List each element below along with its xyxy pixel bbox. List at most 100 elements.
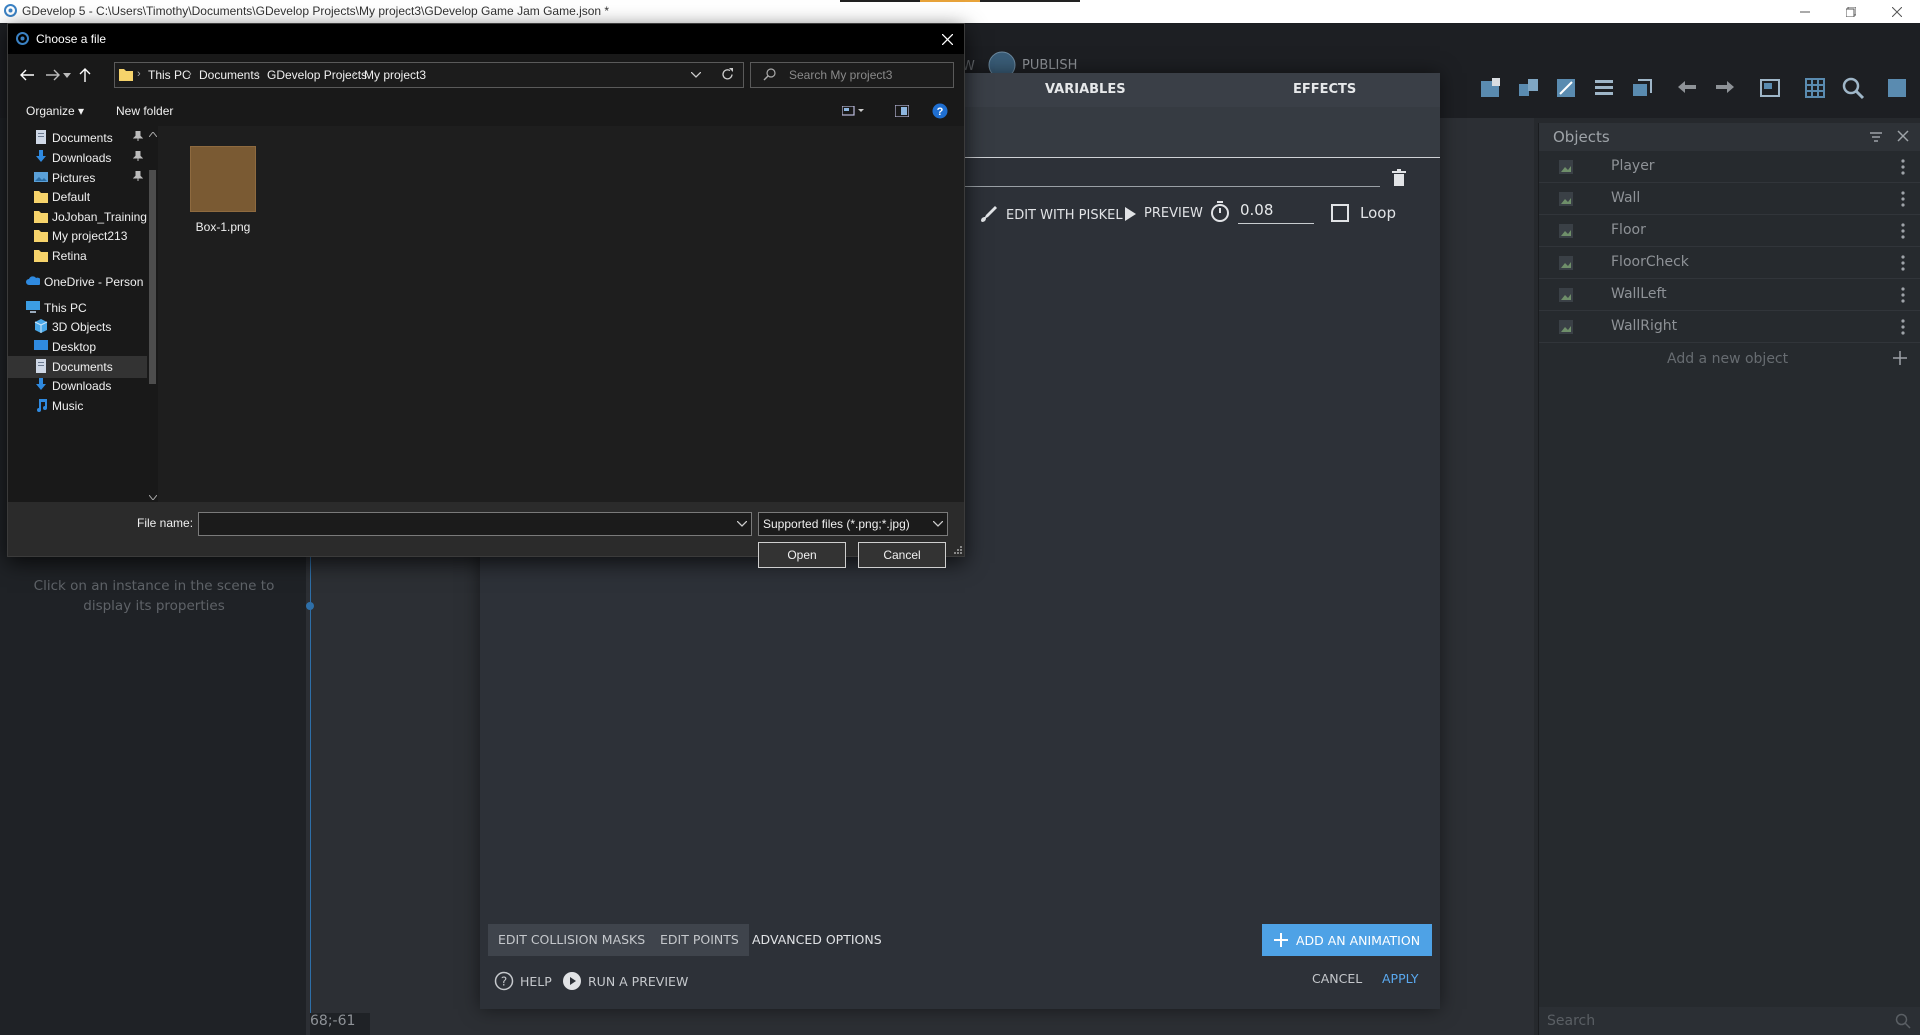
- object-groups-icon[interactable]: [1513, 73, 1543, 103]
- object-item-wall[interactable]: Wall: [1539, 183, 1920, 215]
- close-window-button[interactable]: [1874, 0, 1920, 23]
- cancel-button[interactable]: Cancel: [858, 542, 946, 568]
- folder-icon: [34, 248, 48, 262]
- edit-points-button[interactable]: EDIT POINTS: [650, 924, 749, 956]
- preview-pane-icon[interactable]: [895, 105, 909, 117]
- run-preview-button[interactable]: RUN A PREVIEW: [562, 971, 688, 991]
- folder-search-box[interactable]: Search My project3: [750, 62, 954, 88]
- folder-search-input[interactable]: Search My project3: [789, 68, 892, 82]
- nav-item-label: Retina: [52, 249, 87, 263]
- more-options-icon[interactable]: [1901, 159, 1905, 175]
- minimize-button[interactable]: [1782, 0, 1828, 23]
- restore-button[interactable]: [1828, 0, 1874, 23]
- preview-button[interactable]: PREVIEW: [1124, 206, 1203, 221]
- address-dropdown-chevron-icon[interactable]: [691, 72, 701, 78]
- loop-label: Loop: [1360, 204, 1396, 222]
- nav-item-default[interactable]: Default: [8, 186, 154, 208]
- publish-button[interactable]: PUBLISH: [1022, 58, 1077, 73]
- resize-grip-icon[interactable]: [954, 546, 962, 554]
- documents-icon: [34, 359, 48, 373]
- tab-effects[interactable]: EFFECTS: [1293, 82, 1356, 97]
- frame-duration-input[interactable]: 0.08: [1238, 201, 1314, 224]
- change-view-icon[interactable]: [842, 106, 864, 116]
- edit-collision-masks-button[interactable]: EDIT COLLISION MASKS: [488, 924, 656, 956]
- grid-icon[interactable]: [1800, 73, 1830, 103]
- properties-icon[interactable]: [1551, 73, 1581, 103]
- nav-item-3d-objects[interactable]: 3D Objects: [8, 316, 154, 338]
- file-thumbnail: [190, 146, 256, 212]
- object-item-floor[interactable]: Floor: [1539, 215, 1920, 247]
- nav-item-my-project213[interactable]: My project213: [8, 225, 154, 247]
- filter-icon[interactable]: [1869, 130, 1883, 144]
- window-mask-icon[interactable]: [1755, 73, 1785, 103]
- object-item-wallleft[interactable]: WallLeft: [1539, 279, 1920, 311]
- downloads-icon: [34, 378, 48, 392]
- open-button[interactable]: Open: [758, 542, 846, 568]
- 3d-objects-icon: [34, 319, 48, 333]
- apply-button[interactable]: APPLY: [1382, 971, 1419, 986]
- instances-list-icon[interactable]: [1589, 73, 1619, 103]
- address-bar[interactable]: › This PC › Documents › GDevelop Project…: [114, 62, 744, 88]
- refresh-icon[interactable]: [721, 68, 734, 81]
- up-arrow-icon[interactable]: [76, 67, 94, 83]
- nav-item-label: Documents: [52, 360, 113, 374]
- add-object-row[interactable]: Add a new object: [1539, 345, 1920, 373]
- file-name-input[interactable]: [198, 512, 752, 536]
- redo-icon[interactable]: [1710, 73, 1740, 103]
- recent-locations-chevron-icon[interactable]: [60, 67, 74, 83]
- nav-item-label: This PC: [44, 301, 87, 315]
- panels-icon[interactable]: [1882, 73, 1912, 103]
- navigation-pane[interactable]: Documents Downloads Pictures Default JoJoban…: [8, 126, 158, 502]
- nav-item-onedrive-person[interactable]: OneDrive - Person: [8, 271, 154, 293]
- nav-item-label: Downloads: [52, 379, 112, 393]
- play-icon: [1124, 206, 1136, 221]
- zoom-icon[interactable]: [1838, 73, 1868, 103]
- advanced-options-button[interactable]: ADVANCED OPTIONS: [742, 924, 892, 956]
- file-type-chevron-icon: [933, 521, 943, 527]
- nav-item-retina[interactable]: Retina: [8, 245, 154, 267]
- nav-item-label: Music: [52, 399, 84, 413]
- nav-item-downloads[interactable]: Downloads: [8, 147, 154, 169]
- more-options-icon[interactable]: [1901, 191, 1905, 207]
- more-options-icon[interactable]: [1901, 319, 1905, 335]
- delete-icon[interactable]: [1392, 169, 1406, 187]
- navigation-pane-scrollbar[interactable]: [147, 130, 158, 502]
- more-options-icon[interactable]: [1901, 223, 1905, 239]
- loop-checkbox[interactable]: [1331, 204, 1349, 222]
- organize-button[interactable]: Organize ▾: [26, 104, 84, 118]
- objects-search-input[interactable]: Search: [1547, 1013, 1595, 1029]
- breadcrumb-this-pc[interactable]: This PC: [148, 68, 191, 82]
- close-panel-icon[interactable]: [1897, 130, 1909, 142]
- edit-with-piskel-button[interactable]: EDIT WITH PISKEL: [980, 206, 1123, 224]
- file-type-select[interactable]: Supported files (*.png;*.jpg): [758, 512, 948, 536]
- help-button[interactable]: ? HELP: [494, 971, 552, 991]
- scrollbar-thumb[interactable]: [149, 170, 156, 384]
- object-icon[interactable]: [1475, 73, 1505, 103]
- objects-search[interactable]: Search: [1539, 1007, 1920, 1035]
- more-options-icon[interactable]: [1901, 255, 1905, 271]
- file-item[interactable]: Box-1.png: [188, 146, 258, 234]
- add-icon[interactable]: [1893, 351, 1907, 365]
- window-title: GDevelop 5 - C:\Users\Timothy\Documents\…: [22, 4, 610, 18]
- nav-item-documents[interactable]: Documents: [8, 127, 154, 149]
- add-animation-button[interactable]: ADD AN ANIMATION: [1262, 924, 1432, 956]
- nav-item-desktop[interactable]: Desktop: [8, 336, 154, 358]
- undo-icon[interactable]: [1672, 73, 1702, 103]
- tab-variables[interactable]: VARIABLES: [1045, 82, 1126, 97]
- object-item-player[interactable]: Player: [1539, 151, 1920, 183]
- nav-item-label: 3D Objects: [52, 320, 112, 334]
- breadcrumb-documents[interactable]: Documents: [199, 68, 260, 82]
- layers-icon[interactable]: [1627, 73, 1657, 103]
- breadcrumb-my-project3[interactable]: My project3: [364, 68, 426, 82]
- cancel-button[interactable]: CANCEL: [1312, 971, 1362, 986]
- object-item-floorcheck[interactable]: FloorCheck: [1539, 247, 1920, 279]
- file-name-dropdown-chevron-icon[interactable]: [737, 521, 747, 527]
- close-icon[interactable]: [936, 28, 958, 50]
- more-options-icon[interactable]: [1901, 287, 1905, 303]
- nav-item-music[interactable]: Music: [8, 395, 154, 417]
- help-icon[interactable]: ?: [932, 103, 948, 119]
- back-arrow-icon[interactable]: [18, 67, 36, 83]
- new-folder-button[interactable]: New folder: [116, 104, 173, 118]
- nav-item-downloads[interactable]: Downloads: [8, 375, 154, 397]
- object-item-wallright[interactable]: WallRight: [1539, 311, 1920, 343]
